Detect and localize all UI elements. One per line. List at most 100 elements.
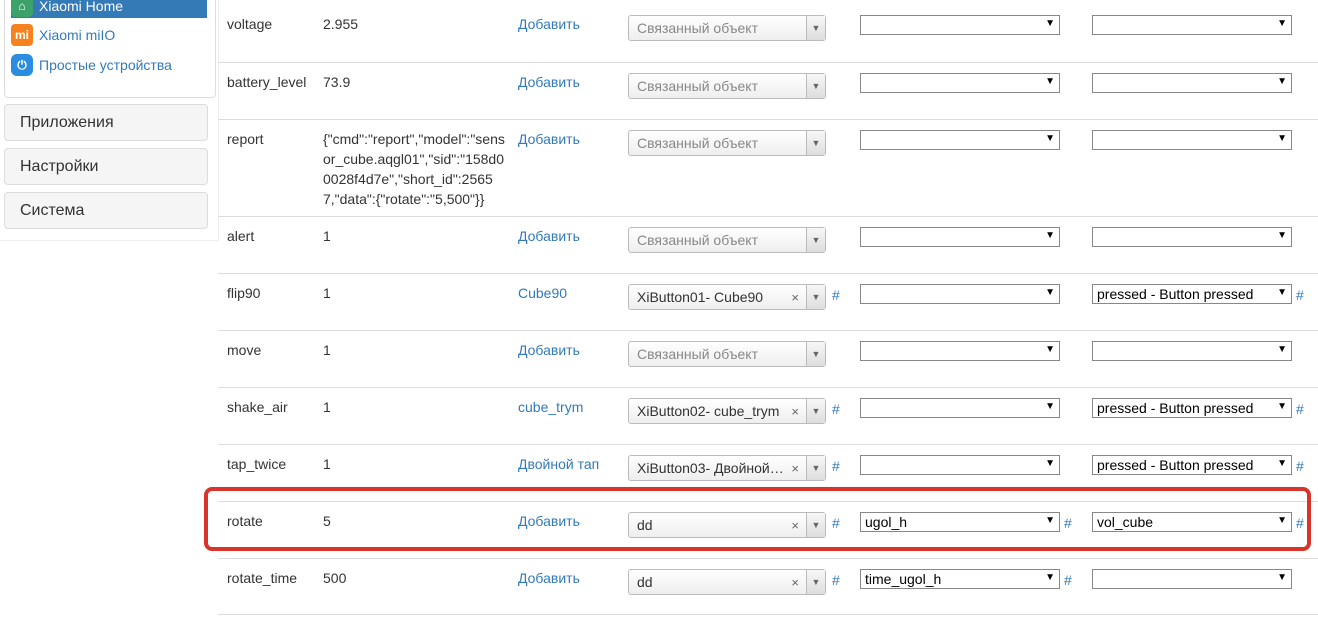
method-hash-link[interactable]: # (1296, 401, 1304, 417)
method-select[interactable]: ▼ (1092, 130, 1292, 150)
method-select[interactable]: pressed - Button pressed ▼ (1092, 455, 1292, 475)
table-row: rotate_time 500 Добавить dd × ▼ # time_ugol_h ▼ #… (218, 558, 1318, 616)
chevron-down-icon: ▼ (1277, 230, 1287, 241)
property-hash-link[interactable]: # (1064, 572, 1072, 588)
linked-object-value: XiButton03- Двойной… (637, 460, 784, 476)
nav-applications[interactable]: Приложения (4, 104, 208, 141)
nav-system[interactable]: Система (4, 192, 208, 229)
property-link[interactable]: Cube90 (518, 283, 567, 303)
object-hash-link[interactable]: # (832, 401, 840, 417)
linked-object-select[interactable]: Связанный объект ▼ (628, 341, 826, 367)
method-select[interactable]: vol_cube ▼ (1092, 512, 1292, 532)
property-value: 1 (323, 456, 331, 472)
method-select[interactable]: ▼ (1092, 227, 1292, 247)
method-select-value: vol_cube (1097, 514, 1154, 530)
property-link[interactable]: Добавить (518, 340, 580, 360)
chevron-down-icon: ▼ (1045, 287, 1055, 298)
object-hash-link[interactable]: # (832, 515, 840, 531)
chevron-down-icon: ▼ (1045, 572, 1055, 583)
linked-object-select[interactable]: XiButton02- cube_trym × ▼ (628, 398, 826, 424)
linked-object-select[interactable]: Связанный объект ▼ (628, 130, 826, 156)
property-link[interactable]: cube_trym (518, 397, 583, 417)
property-link[interactable]: Двойной тап (518, 454, 599, 474)
method-hash-link[interactable]: # (1296, 515, 1304, 531)
chevron-down-icon[interactable]: ▼ (806, 228, 825, 252)
clear-icon[interactable]: × (791, 290, 799, 305)
property-link[interactable]: Добавить (518, 568, 580, 588)
chevron-down-icon[interactable]: ▼ (806, 74, 825, 98)
chevron-down-icon: ▼ (1277, 76, 1287, 87)
property-select[interactable]: ugol_h ▼ (860, 512, 1060, 532)
method-select[interactable]: ▼ (1092, 341, 1292, 361)
object-hash-link[interactable]: # (832, 572, 840, 588)
subnav-item-simple-devices[interactable]: ⏻ Простые устройства (11, 53, 172, 77)
chevron-down-icon[interactable]: ▼ (806, 16, 825, 40)
property-link[interactable]: Добавить (518, 226, 580, 246)
property-name: tap_twice (227, 456, 287, 472)
method-hash-link[interactable]: # (1296, 287, 1304, 303)
property-select[interactable]: time_ugol_h ▼ (860, 569, 1060, 589)
object-hash-link[interactable]: # (832, 458, 840, 474)
table-row: voltage 2.955 Добавить Связанный объект ▼ ▼ ▼ (218, 0, 1318, 57)
chevron-down-icon[interactable]: ▼ (806, 342, 825, 366)
chevron-down-icon: ▼ (1277, 287, 1287, 298)
table-row: flip90 1 Cube90 XiButton01- Cube90 × ▼ # ▼ press… (218, 273, 1318, 331)
chevron-down-icon: ▼ (1277, 401, 1287, 412)
method-select[interactable]: ▼ (1092, 73, 1292, 93)
property-select[interactable]: ▼ (860, 341, 1060, 361)
linked-object-select[interactable]: Связанный объект ▼ (628, 73, 826, 99)
chevron-down-icon[interactable]: ▼ (806, 131, 825, 155)
property-name: shake_air (227, 399, 288, 415)
property-value: 500 (323, 570, 347, 586)
property-name: battery_level (227, 74, 307, 90)
subnav-item-xiaomi-home[interactable]: ⌂ Xiaomi Home (11, 0, 207, 18)
clear-icon[interactable]: × (791, 404, 799, 419)
property-select[interactable]: ▼ (860, 227, 1060, 247)
chevron-down-icon[interactable]: ▼ (806, 456, 825, 480)
method-select[interactable]: pressed - Button pressed ▼ (1092, 398, 1292, 418)
chevron-down-icon: ▼ (1045, 344, 1055, 355)
property-link[interactable]: Добавить (518, 511, 580, 531)
linked-object-select[interactable]: dd × ▼ (628, 512, 826, 538)
property-select[interactable]: ▼ (860, 130, 1060, 150)
nav-label: Приложения (20, 113, 114, 131)
clear-icon[interactable]: × (791, 461, 799, 476)
chevron-down-icon[interactable]: ▼ (806, 399, 825, 423)
subnav-item-xiaomi-miio[interactable]: mi Xiaomi miIO (11, 23, 115, 47)
property-value: 1 (323, 342, 331, 358)
xiaomi-home-icon: ⌂ (11, 0, 33, 17)
chevron-down-icon[interactable]: ▼ (806, 570, 825, 594)
linked-object-select[interactable]: Связанный объект ▼ (628, 15, 826, 41)
clear-icon[interactable]: × (791, 575, 799, 590)
property-select[interactable]: ▼ (860, 398, 1060, 418)
linked-object-select[interactable]: Связанный объект ▼ (628, 227, 826, 253)
property-hash-link[interactable]: # (1064, 515, 1072, 531)
method-select[interactable]: ▼ (1092, 569, 1292, 589)
property-select[interactable]: ▼ (860, 15, 1060, 35)
method-hash-link[interactable]: # (1296, 458, 1304, 474)
property-select[interactable]: ▼ (860, 455, 1060, 475)
linked-object-value: XiButton02- cube_trym (637, 403, 780, 419)
property-link[interactable]: Добавить (518, 72, 580, 92)
clear-icon[interactable]: × (791, 518, 799, 533)
chevron-down-icon[interactable]: ▼ (806, 285, 825, 309)
property-select[interactable]: ▼ (860, 284, 1060, 304)
linked-object-select[interactable]: dd × ▼ (628, 569, 826, 595)
property-link[interactable]: Добавить (518, 14, 580, 34)
nav-settings[interactable]: Настройки (4, 148, 208, 185)
linked-object-value: XiButton01- Cube90 (637, 289, 764, 305)
method-select[interactable]: ▼ (1092, 15, 1292, 35)
linked-object-select[interactable]: XiButton03- Двойной… × ▼ (628, 455, 826, 481)
linked-object-select[interactable]: XiButton01- Cube90 × ▼ (628, 284, 826, 310)
object-hash-link[interactable]: # (832, 287, 840, 303)
method-select[interactable]: pressed - Button pressed ▼ (1092, 284, 1292, 304)
subnav-item-label: Xiaomi Home (39, 0, 124, 14)
property-select[interactable]: ▼ (860, 73, 1060, 93)
property-name: move (227, 342, 262, 358)
property-select-value: time_ugol_h (865, 571, 942, 587)
property-link[interactable]: Добавить (518, 129, 580, 149)
chevron-down-icon[interactable]: ▼ (806, 513, 825, 537)
nav-label: Настройки (20, 157, 99, 175)
table-row: move 1 Добавить Связанный объект ▼ ▼ ▼ (218, 330, 1318, 388)
property-name: rotate_time (227, 570, 298, 586)
